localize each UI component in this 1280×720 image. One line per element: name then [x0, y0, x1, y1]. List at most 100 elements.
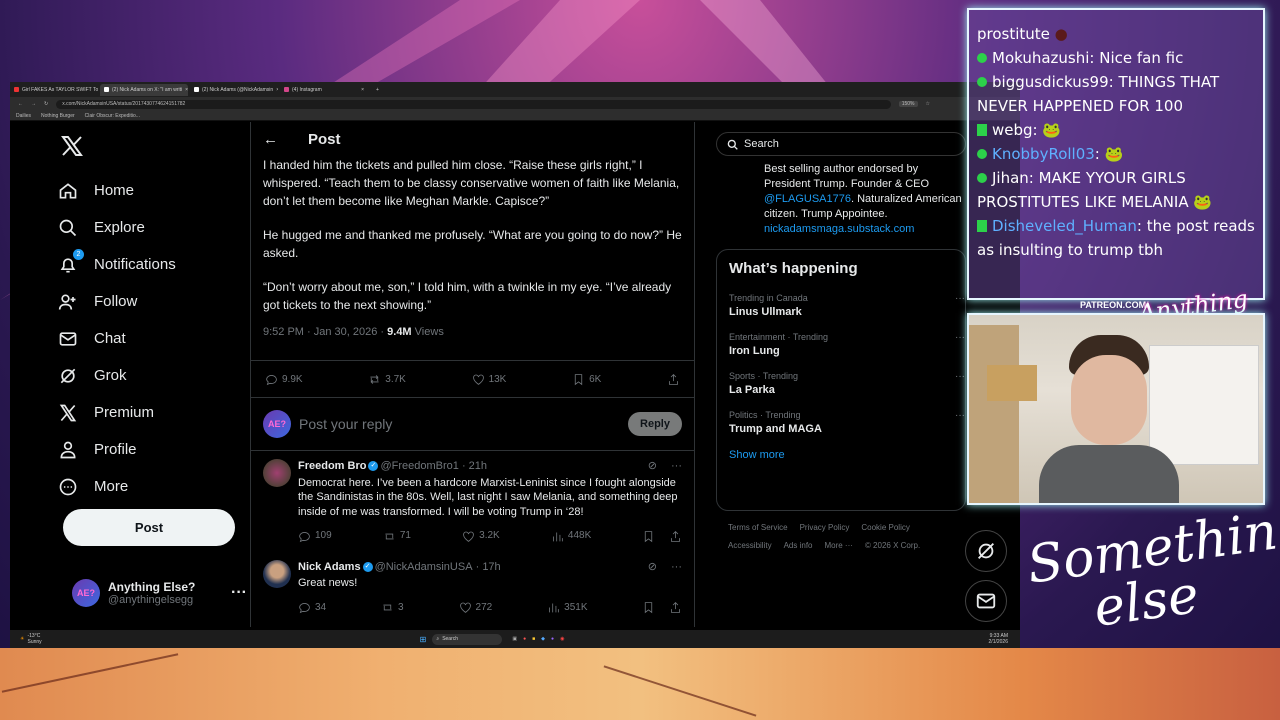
post-button[interactable]: Post	[63, 509, 235, 546]
taskbar-app-icon[interactable]: ■	[532, 636, 535, 642]
footer-link[interactable]: Ads info	[784, 541, 813, 550]
account-switcher[interactable]: AE? Anything Else? @anythingelsegg ···	[72, 579, 247, 607]
repost-action[interactable]: 3.7K	[368, 373, 406, 386]
footer-link[interactable]: More ···	[824, 541, 852, 550]
reply-count: 9.9K	[282, 373, 303, 385]
bookmark-item[interactable]: Dailies	[16, 113, 31, 119]
views-action[interactable]: 448K	[551, 529, 591, 544]
avatar[interactable]	[263, 559, 291, 588]
bio-line: Best selling author endorsed by	[764, 163, 919, 175]
star-icon[interactable]: ☆	[926, 101, 930, 107]
share-action[interactable]	[667, 373, 680, 386]
sidebar-item-follow[interactable]: Follow	[58, 283, 248, 320]
reply-handle[interactable]: @NickAdamsinUSA	[375, 560, 473, 575]
kick-badge-icon	[977, 220, 987, 232]
new-tab-icon[interactable]: +	[376, 87, 379, 93]
reply-author[interactable]: Nick Adams	[298, 560, 361, 575]
avatar[interactable]	[263, 459, 291, 487]
x-logo-icon[interactable]	[60, 128, 248, 164]
browser-tab[interactable]: (2) Nick Adams on X: "I am writi ×	[100, 83, 188, 96]
windows-start-icon[interactable]: ⊞	[420, 635, 427, 644]
forward-icon[interactable]: →	[31, 101, 36, 107]
sidebar-item-premium[interactable]: Premium	[58, 394, 248, 431]
trend-item[interactable]: Entertainment · Trending Iron Lung ···	[729, 332, 965, 357]
taskbar-app-icon[interactable]: ▣	[512, 636, 517, 642]
post-time[interactable]: 9:52 PM · Jan 30, 2026 ·	[263, 326, 384, 338]
reply-text: Democrat here. I’ve been a hardcore Marx…	[298, 476, 678, 518]
browser-tab[interactable]: (2) Nick Adams (@NickAdamsin ×	[190, 84, 278, 96]
close-icon[interactable]: ×	[276, 87, 278, 93]
search-input[interactable]: Search	[716, 132, 966, 156]
footer-link[interactable]: © 2026 X Corp.	[865, 541, 920, 550]
repost-action[interactable]: 3	[381, 601, 404, 616]
footer-link[interactable]: Terms of Service	[728, 523, 788, 532]
bookmark-share[interactable]	[642, 601, 682, 616]
back-icon[interactable]: ←	[18, 101, 23, 107]
sidebar-item-chat[interactable]: Chat	[58, 320, 248, 357]
sidebar-item-more[interactable]: More	[58, 468, 248, 505]
reply-author[interactable]: Freedom Bro	[298, 459, 366, 474]
bio-link[interactable]: nickadamsmaga.substack.com	[764, 222, 966, 237]
sidebar-item-home[interactable]: Home	[58, 172, 248, 209]
sidebar-item-explore[interactable]: Explore	[58, 209, 248, 246]
footer-link[interactable]: Privacy Policy	[800, 523, 850, 532]
url-field[interactable]: x.com/NickAdamsinUSA/status/201743077462…	[56, 99, 891, 109]
reply-tweet[interactable]: Freedom Bro ✓ @FreedomBro1 · 21h ⊘ ··· D…	[251, 451, 694, 552]
reply-input[interactable]: Post your reply	[299, 416, 392, 432]
reply-time[interactable]: · 21h	[462, 459, 487, 474]
trend-item[interactable]: Trending in Canada Linus Ullmark ···	[729, 293, 965, 318]
more-dots-icon[interactable]: ···	[955, 332, 965, 343]
taskbar-app-icon[interactable]: ●	[523, 636, 526, 642]
like-action[interactable]: 13K	[472, 373, 506, 386]
like-action[interactable]: 3.2K	[462, 529, 500, 544]
bio-mention[interactable]: @FLAGUSA1776	[764, 193, 851, 205]
taskbar-app-icon[interactable]: ●	[551, 636, 554, 642]
close-icon[interactable]: ×	[185, 87, 188, 93]
taskbar-app-icon[interactable]: ◉	[560, 636, 564, 642]
grok-float-button[interactable]	[965, 530, 1007, 572]
zoom-level[interactable]: 150%	[898, 101, 918, 107]
sidebar-item-label: Explore	[94, 219, 145, 236]
back-arrow-icon[interactable]: ←	[263, 131, 278, 148]
like-count: 272	[475, 601, 493, 613]
trend-item[interactable]: Politics · Trending Trump and MAGA ···	[729, 410, 965, 435]
footer-link[interactable]: Cookie Policy	[861, 523, 909, 532]
trend-item[interactable]: Sports · Trending La Parka ···	[729, 371, 965, 396]
reload-icon[interactable]: ↻	[44, 101, 48, 107]
grok-icon[interactable]: ⊘	[648, 560, 657, 575]
like-action[interactable]: 272	[459, 601, 493, 616]
more-dots-icon[interactable]: ···	[955, 410, 965, 421]
reply-handle[interactable]: @FreedomBro1	[380, 459, 458, 474]
reply-tweet[interactable]: Nick Adams ✓ @NickAdamsinUSA · 17h ⊘ ···…	[251, 552, 694, 616]
messages-float-button[interactable]	[965, 580, 1007, 622]
sidebar-item-notifications[interactable]: 2 Notifications	[58, 246, 248, 283]
bookmark-item[interactable]: Nothing Burger	[41, 113, 75, 119]
close-icon[interactable]: ×	[361, 87, 364, 93]
reply-action[interactable]: 109	[298, 529, 332, 544]
bookmark-share[interactable]	[642, 529, 682, 544]
reply-action[interactable]: 34	[298, 601, 326, 616]
sidebar-item-profile[interactable]: Profile	[58, 431, 248, 468]
more-dots-icon[interactable]: ···	[671, 459, 682, 474]
more-dots-icon[interactable]: ···	[671, 560, 682, 575]
browser-tab[interactable]: Girl FAKES As TAYLOR SWIFT To×	[10, 84, 98, 96]
more-dots-icon[interactable]: ···	[955, 293, 965, 304]
grok-icon[interactable]: ⊘	[648, 459, 657, 474]
repost-action[interactable]: 71	[383, 529, 411, 544]
bookmark-item[interactable]: Clair Obscur: Expeditio...	[85, 113, 140, 119]
bookmark-action[interactable]: 6K	[572, 373, 601, 386]
sidebar-item-grok[interactable]: Grok	[58, 357, 248, 394]
reply-time[interactable]: · 17h	[476, 560, 501, 575]
reply-button[interactable]: Reply	[628, 412, 682, 436]
reply-action[interactable]: 9.9K	[265, 373, 303, 386]
reply-count: 109	[315, 530, 332, 541]
views-action[interactable]: 351K	[547, 601, 588, 616]
footer-link[interactable]: Accessibility	[728, 541, 772, 550]
browser-tab[interactable]: (4) Instagram ×	[280, 84, 368, 96]
bio-line: President Trump. Founder & CEO	[764, 178, 930, 190]
repost-icon	[383, 604, 392, 611]
show-more-link[interactable]: Show more	[729, 449, 953, 461]
more-dots-icon[interactable]: ···	[955, 371, 965, 382]
taskbar-app-icon[interactable]: ◆	[541, 636, 545, 642]
taskbar-search[interactable]: ⌕ Search	[432, 633, 503, 645]
